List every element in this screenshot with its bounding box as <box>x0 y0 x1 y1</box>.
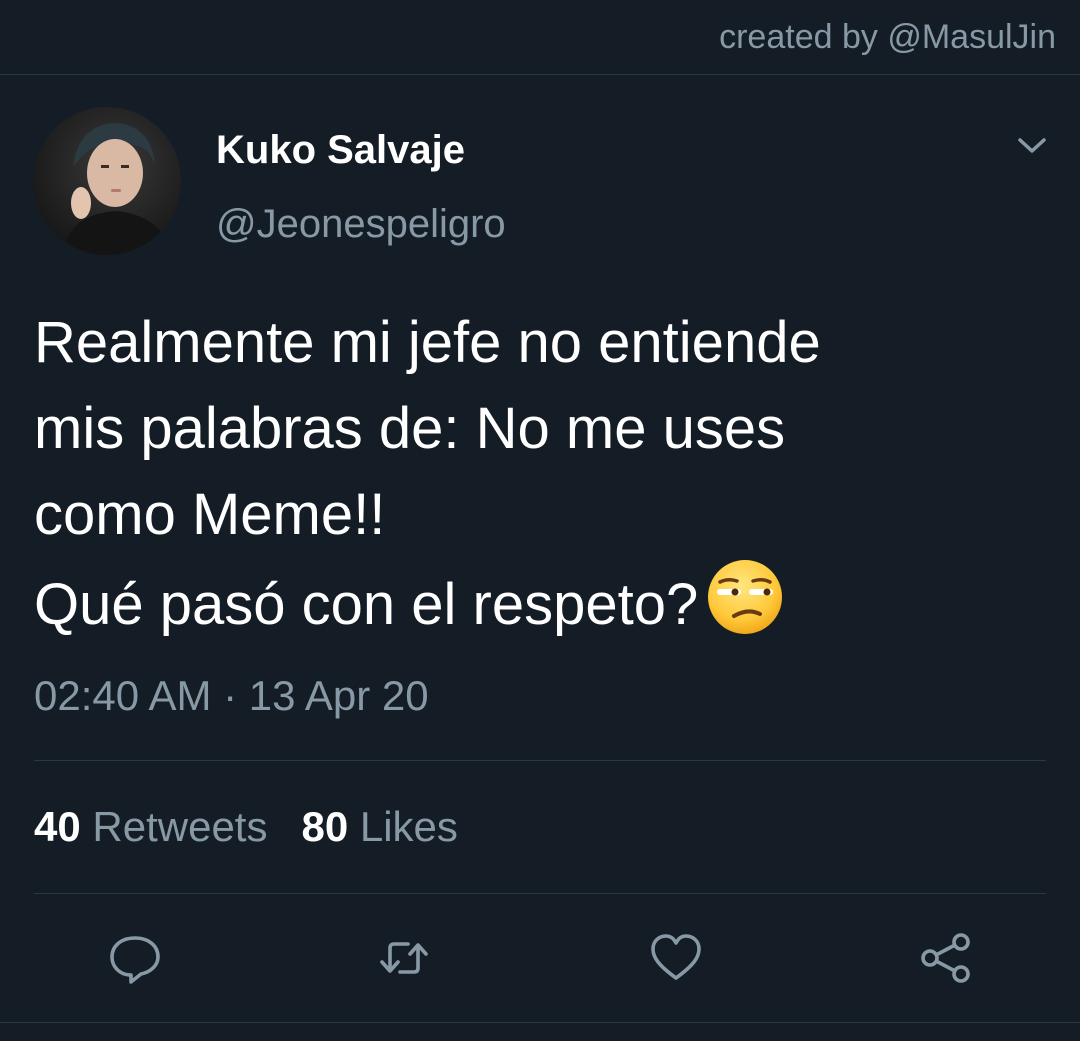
unamused-face-emoji-icon <box>708 560 783 634</box>
reply-icon[interactable] <box>107 930 163 986</box>
tweet-line: mis palabras de: No me uses <box>34 396 786 461</box>
tweet-line-last: Qué pasó con el respeto? <box>34 558 1044 648</box>
tweet-line: Realmente mi jefe no entiende <box>34 310 821 375</box>
chevron-down-icon[interactable] <box>1014 130 1050 160</box>
user-handle[interactable]: @Jeonespeligro <box>216 202 506 247</box>
retweets-label: Retweets <box>92 803 268 850</box>
heart-icon[interactable] <box>648 930 704 986</box>
tweet-timestamp[interactable]: 02:40 AM · 13 Apr 20 <box>34 672 429 720</box>
tweet-text: Realmente mi jefe no entiende mis palabr… <box>34 300 1044 648</box>
bottom-divider <box>0 1022 1080 1023</box>
divider <box>34 893 1046 894</box>
avatar[interactable] <box>33 107 181 255</box>
likes-label: Likes <box>359 803 458 850</box>
retweet-icon[interactable] <box>376 930 432 986</box>
tweet-line: Qué pasó con el respeto? <box>34 572 699 637</box>
top-bar: created by @MasulJin <box>0 0 1080 75</box>
tweet-line: como Meme!! <box>34 482 386 547</box>
credit-text: created by @MasulJin <box>719 18 1056 56</box>
retweets-count: 40 <box>34 803 81 850</box>
divider <box>34 760 1046 761</box>
tweet-stats: 40 Retweets 80 Likes <box>34 803 458 851</box>
share-icon[interactable] <box>918 930 974 986</box>
retweets-stat[interactable]: 40 Retweets <box>34 803 267 850</box>
display-name[interactable]: Kuko Salvaje <box>216 128 465 173</box>
action-bar <box>0 920 1080 1000</box>
likes-stat[interactable]: 80 Likes <box>301 803 457 850</box>
likes-count: 80 <box>301 803 349 850</box>
